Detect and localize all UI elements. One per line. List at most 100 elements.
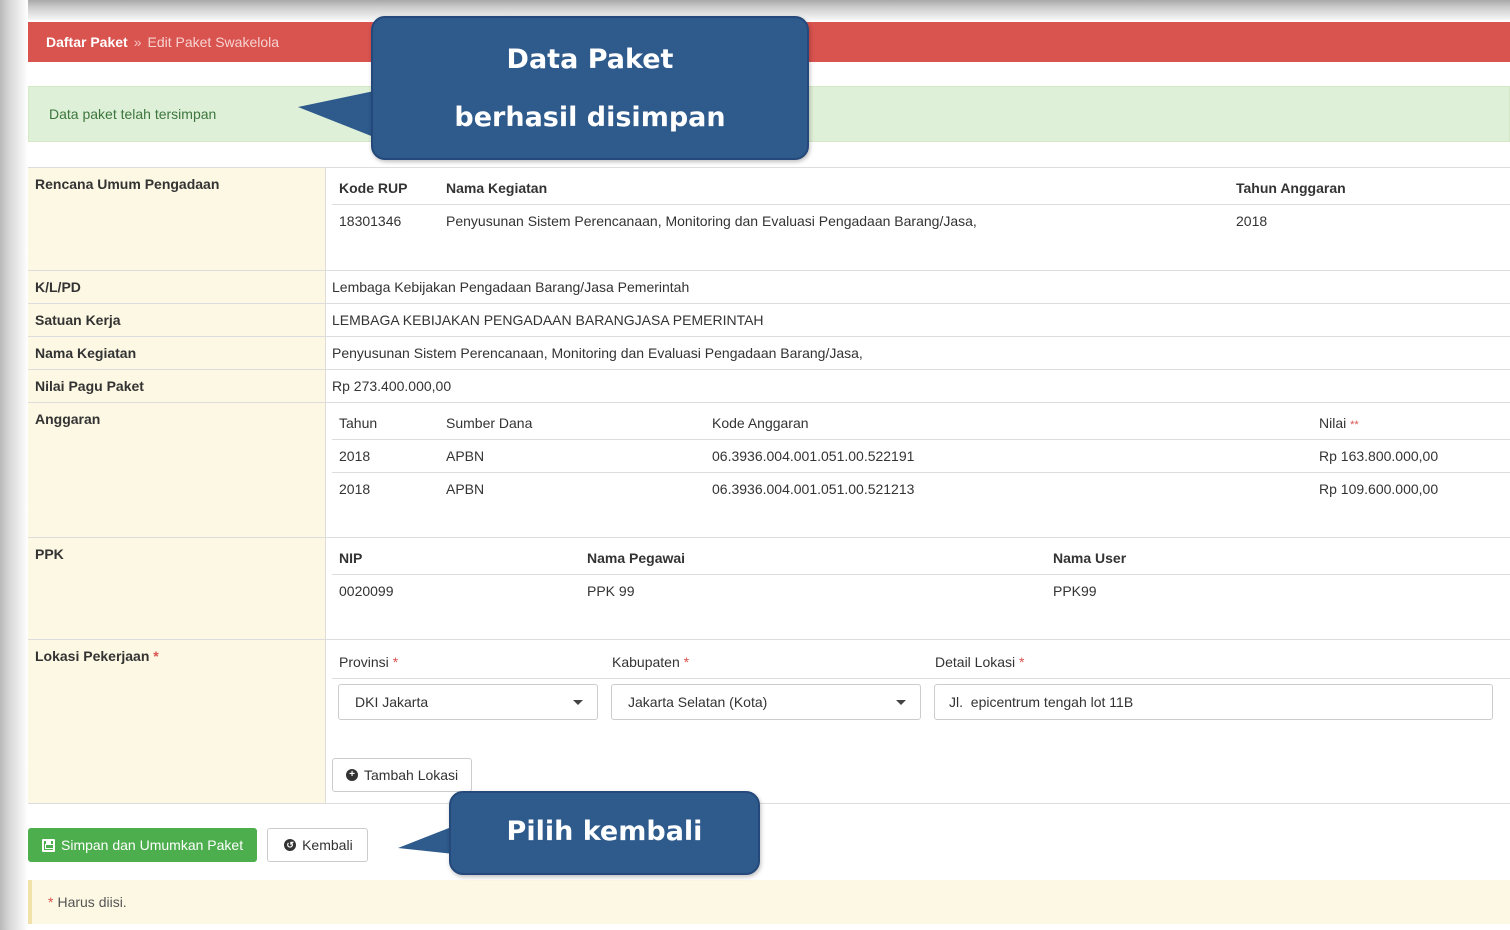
required-marker: * [392,654,399,670]
lokasi-inputs: DKI Jakarta Jakarta Selatan (Kota) [332,684,1510,720]
callout-kembali: Pilih kembali [449,791,760,875]
label-nilai-pagu: Nilai Pagu Paket [28,370,326,402]
rup-cell-nama: Penyusunan Sistem Perencanaan, Monitorin… [446,213,977,229]
anggaran-cell: 06.3936.004.001.051.00.522191 [705,439,1312,473]
rup-table: Kode RUP Nama Kegiatan Tahun Anggaran 18… [332,172,1510,237]
anggaran-cell: APBN [439,439,705,473]
callout-saved: Data Paket berhasil disimpan [371,16,809,160]
provinsi-label-text: Provinsi [339,654,389,670]
callout-saved-text: Data Paket berhasil disimpan [454,44,726,133]
alert-message: Data paket telah tersimpan [49,106,217,122]
anggaran-cell: Rp 109.600.000,00 [1319,481,1439,497]
rup-header-tahun: Tahun Anggaran [1229,172,1510,205]
note-text: Harus diisi. [57,894,127,910]
chevron-down-icon [896,699,906,705]
breadcrumb-current: Edit Paket Swakelola [147,34,280,50]
label-satuan-kerja: Satuan Kerja [28,304,326,336]
anggaran-header-nilai: Nilai ** [1312,407,1510,440]
chevron-down-icon [573,699,583,705]
value-nilai-pagu: Rp 273.400.000,00 [332,378,452,394]
kabupaten-label-text: Kabupaten [612,654,680,670]
value-rup: Kode RUP Nama Kegiatan Tahun Anggaran 18… [326,168,1510,270]
row-rup: Rencana Umum Pengadaan Kode RUP Nama Keg… [28,168,1510,271]
provinsi-select-value: DKI Jakarta [355,694,429,710]
row-anggaran: Anggaran Tahun Sumber Dana Kode Anggaran… [28,403,1510,538]
anggaran-header-nilai-label: Nilai [1319,415,1347,431]
value-satuan-kerja: LEMBAGA KEBIJAKAN PENGADAAN BARANGJASA P… [332,312,764,328]
anggaran-header-kode: Kode Anggaran [705,407,1312,440]
value-anggaran: Tahun Sumber Dana Kode Anggaran Nilai **… [326,403,1510,537]
ppk-cell-nama-pegawai: PPK 99 [587,583,635,599]
simpan-umumkan-button[interactable]: Simpan dan Umumkan Paket [28,828,258,862]
ppk-header-nama-user: Nama User [1046,542,1510,575]
anggaran-header-tahun: Tahun [332,407,439,440]
provinsi-select[interactable]: DKI Jakarta [338,684,598,720]
floppy-disk-icon [42,838,55,852]
action-bar: Simpan dan Umumkan Paket ↺ Kembali [28,828,368,862]
back-circle-icon: ↺ [284,839,297,851]
anggaran-header-sumber: Sumber Dana [439,407,705,440]
note-marker: * [48,894,54,910]
kembali-label: Kembali [302,837,353,853]
label-rup: Rencana Umum Pengadaan [28,168,326,270]
anggaran-cell: Rp 163.800.000,00 [1312,439,1510,473]
kembali-button[interactable]: ↺ Kembali [267,828,368,862]
required-marker: * [153,648,159,664]
value-klpd: Lembaga Kebijakan Pengadaan Barang/Jasa … [332,279,690,295]
required-note: * Harus diisi. [28,880,1510,924]
tambah-lokasi-wrap: + Tambah Lokasi [332,758,473,792]
label-lokasi-text: Lokasi Pekerjaan [35,648,150,664]
rup-header-kode: Kode RUP [332,172,439,205]
breadcrumb-separator: » [133,34,142,50]
detail-lokasi-label: Detail Lokasi * [928,654,1025,670]
value-nama-kegiatan: Penyusunan Sistem Perencanaan, Monitorin… [332,345,863,361]
detail-lokasi-input[interactable] [934,684,1493,720]
tambah-lokasi-button[interactable]: + Tambah Lokasi [332,758,473,792]
anggaran-cell: 06.3936.004.001.051.00.521213 [712,481,915,497]
row-nama-kegiatan: Nama Kegiatan Penyusunan Sistem Perencan… [28,337,1510,370]
frame-shadow-left [0,0,28,930]
rup-header-nama: Nama Kegiatan [439,172,1229,205]
label-klpd: K/L/PD [28,271,326,303]
rup-cell-kode: 18301346 [339,213,402,229]
label-anggaran: Anggaran [28,403,326,537]
value-lokasi: Provinsi * Kabupaten * Detail Lokasi * D… [326,640,1510,803]
callout-kembali-text: Pilih kembali [506,816,703,847]
kabupaten-select-value: Jakarta Selatan (Kota) [628,694,768,710]
ppk-table: NIP Nama Pegawai Nama User 0020099 PPK 9… [332,542,1510,607]
table-row: 2018 APBN 06.3936.004.001.051.00.521213 … [332,473,1510,506]
provinsi-label: Provinsi * [332,654,605,670]
kabupaten-select[interactable]: Jakarta Selatan (Kota) [611,684,921,720]
callout-pointer-bottom [398,826,454,854]
label-ppk: PPK [28,538,326,639]
ppk-cell-nip: 0020099 [339,583,394,599]
package-form: Rencana Umum Pengadaan Kode RUP Nama Keg… [28,167,1510,804]
row-lokasi: Lokasi Pekerjaan * Provinsi * Kabupaten … [28,640,1510,804]
label-lokasi: Lokasi Pekerjaan * [28,640,326,803]
anggaran-cell: 2018 [332,439,439,473]
required-marker: * [683,654,690,670]
tambah-lokasi-label: Tambah Lokasi [364,767,459,783]
anggaran-cell: 2018 [339,481,371,497]
table-row: 2018 APBN 06.3936.004.001.051.00.522191 … [332,439,1510,473]
ppk-cell-nama-user: PPK99 [1053,583,1097,599]
row-satuan-kerja: Satuan Kerja LEMBAGA KEBIJAKAN PENGADAAN… [28,304,1510,337]
detail-lokasi-label-text: Detail Lokasi [935,654,1016,670]
breadcrumb-daftar-paket[interactable]: Daftar Paket [46,34,128,50]
ppk-header-nip: NIP [332,542,580,575]
row-ppk: PPK NIP Nama Pegawai Nama User 0020099 P… [28,538,1510,640]
anggaran-table: Tahun Sumber Dana Kode Anggaran Nilai **… [332,407,1510,505]
kabupaten-label: Kabupaten * [605,654,928,670]
simpan-label: Simpan dan Umumkan Paket [61,837,244,853]
label-nama-kegiatan: Nama Kegiatan [28,337,326,369]
lokasi-headers: Provinsi * Kabupaten * Detail Lokasi * [332,646,1510,679]
ppk-header-nama-pegawai: Nama Pegawai [580,542,1046,575]
value-ppk: NIP Nama Pegawai Nama User 0020099 PPK 9… [326,538,1510,639]
required-marker: * [1019,654,1025,670]
anggaran-cell: APBN [446,481,485,497]
row-klpd: K/L/PD Lembaga Kebijakan Pengadaan Baran… [28,271,1510,304]
rup-cell-tahun: 2018 [1236,213,1268,229]
nilai-marker: ** [1350,419,1359,431]
row-nilai-pagu: Nilai Pagu Paket Rp 273.400.000,00 [28,370,1510,403]
plus-circle-icon: + [346,769,358,781]
